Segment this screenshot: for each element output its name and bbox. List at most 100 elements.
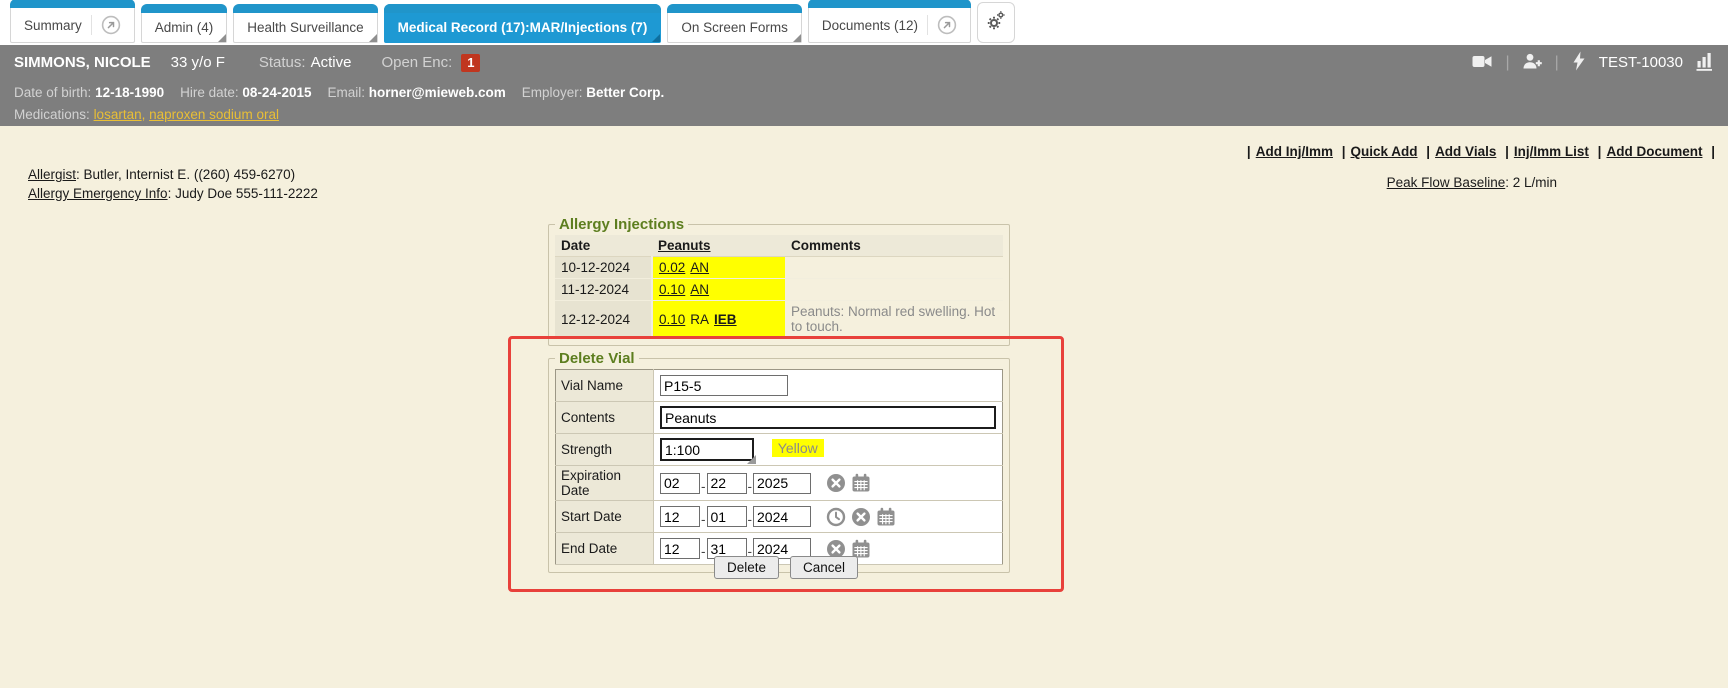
- form-row-strength: Strength Yellow: [556, 434, 1003, 466]
- date-separator: -: [748, 479, 753, 494]
- open-in-new-icon[interactable]: [927, 15, 957, 35]
- patient-name: SIMMONS, NICOLE: [14, 54, 151, 71]
- col-header-comments: Comments: [785, 235, 1003, 257]
- allergy-emergency-line: Allergy Emergency Info: Judy Doe 555-111…: [28, 184, 318, 203]
- medication-link[interactable]: losartan: [94, 107, 142, 122]
- code-link[interactable]: AN: [690, 282, 709, 297]
- injection-comment: [785, 279, 1003, 301]
- dob-value: 12-18-1990: [95, 85, 164, 100]
- header-divider: |: [1505, 54, 1509, 72]
- allergist-line: Allergist: Butler, Internist E. ((260) 4…: [28, 165, 318, 184]
- peanuts-column-link[interactable]: Peanuts: [658, 238, 711, 253]
- resize-grip[interactable]: [660, 438, 754, 461]
- clock-time-icon[interactable]: [826, 507, 846, 527]
- col-header-date: Date: [555, 235, 652, 257]
- medications-label: Medications:: [14, 107, 90, 122]
- settings-gears-button[interactable]: [977, 2, 1015, 43]
- date-separator: -: [748, 512, 753, 527]
- expiration-day-input[interactable]: [707, 473, 747, 494]
- tab-label: Summary: [24, 18, 82, 33]
- table-row: 12-12-2024 0.10RAIEB Peanuts: Normal red…: [555, 301, 1003, 338]
- open-encounter-badge[interactable]: 1: [461, 54, 480, 72]
- patient-detail-row: Date of birth: 12-18-1990 Hire date: 08-…: [14, 80, 1714, 102]
- injection-comment: Peanuts: Normal red swelling. Hot to tou…: [785, 301, 1003, 338]
- email-label: Email:: [327, 85, 365, 100]
- expiration-year-input[interactable]: [753, 473, 811, 494]
- start-day-input[interactable]: [707, 506, 747, 527]
- injection-comment: [785, 257, 1003, 279]
- expiration-month-input[interactable]: [660, 473, 700, 494]
- dose-link[interactable]: 0.10: [659, 312, 685, 327]
- clear-date-icon[interactable]: [851, 507, 871, 527]
- tab-on-screen-forms[interactable]: On Screen Forms: [667, 4, 802, 43]
- form-buttons: Delete Cancel: [508, 556, 1064, 579]
- dose-link[interactable]: 0.02: [659, 260, 685, 275]
- tab-health-surveillance[interactable]: Health Surveillance: [233, 4, 377, 43]
- tab-documents[interactable]: Documents (12): [808, 0, 971, 43]
- delete-button[interactable]: Delete: [714, 556, 779, 579]
- medications-row: Medications: losartan, naproxen sodium o…: [14, 102, 1714, 124]
- injection-dose-cell: 0.10 AN: [652, 279, 785, 301]
- injection-date: 10-12-2024: [555, 257, 652, 279]
- links-divider: |: [1711, 144, 1715, 159]
- tab-admin[interactable]: Admin (4): [141, 4, 228, 43]
- patient-id: TEST-10030: [1599, 54, 1683, 71]
- contents-input[interactable]: [660, 406, 996, 429]
- calendar-icon[interactable]: [851, 473, 871, 493]
- quick-add-link[interactable]: Quick Add: [1351, 144, 1418, 159]
- field-label: Strength: [556, 434, 654, 466]
- start-year-input[interactable]: [753, 506, 811, 527]
- strength-color-note: Yellow: [772, 439, 824, 457]
- add-inj-imm-link[interactable]: Add Inj/Imm: [1256, 144, 1333, 159]
- employer-label: Employer:: [522, 85, 583, 100]
- add-vials-link[interactable]: Add Vials: [1435, 144, 1496, 159]
- field-label: Expiration Date: [556, 466, 654, 501]
- form-row-start-date: Start Date --: [556, 501, 1003, 533]
- form-row-expiration-date: Expiration Date --: [556, 466, 1003, 501]
- medication-link[interactable]: naproxen sodium oral: [149, 107, 279, 122]
- medication-separator: ,: [142, 107, 146, 122]
- gears-icon: [985, 10, 1006, 36]
- open-enc-label: Open Enc:: [381, 54, 452, 71]
- calendar-icon[interactable]: [876, 507, 896, 527]
- chart-flowsheet-icon[interactable]: [1695, 50, 1714, 75]
- reaction-text: RA: [690, 312, 709, 327]
- table-header-row: Date Peanuts Comments: [555, 235, 1003, 257]
- injection-dose-cell: 0.10 RA IEB: [652, 301, 785, 338]
- allergist-value: : Butler, Internist E. ((260) 459-6270): [76, 167, 295, 182]
- lightning-bolt-icon[interactable]: [1571, 51, 1587, 75]
- video-camera-icon[interactable]: [1471, 51, 1493, 75]
- start-month-input[interactable]: [660, 506, 700, 527]
- open-in-new-icon[interactable]: [91, 15, 121, 35]
- code-link[interactable]: IEB: [714, 312, 737, 327]
- delete-vial-form: Vial Name Contents Strength Yellow Expir…: [555, 369, 1003, 565]
- strength-input[interactable]: [660, 438, 754, 461]
- tab-label: Admin (4): [155, 20, 214, 35]
- inj-imm-list-link[interactable]: Inj/Imm List: [1514, 144, 1589, 159]
- code-link[interactable]: AN: [690, 260, 709, 275]
- cancel-button[interactable]: Cancel: [790, 556, 858, 579]
- section-title: Delete Vial: [555, 350, 639, 367]
- clear-date-icon[interactable]: [826, 473, 846, 493]
- allergy-emergency-link[interactable]: Allergy Emergency Info: [28, 186, 168, 201]
- tab-label: Documents (12): [822, 18, 918, 33]
- peak-flow-link[interactable]: Peak Flow Baseline: [1387, 175, 1506, 190]
- dose-link[interactable]: 0.10: [659, 282, 685, 297]
- allergy-injections-table: Date Peanuts Comments 10-12-2024 0.02AN …: [555, 235, 1003, 338]
- allergist-link[interactable]: Allergist: [28, 167, 76, 182]
- allergy-emergency-value: : Judy Doe 555-111-2222: [168, 186, 318, 201]
- peak-flow-baseline: Peak Flow Baseline: 2 L/min: [1387, 175, 1557, 190]
- tab-summary[interactable]: Summary: [10, 0, 135, 43]
- patient-age-sex: 33 y/o F: [171, 54, 225, 71]
- tab-medical-record[interactable]: Medical Record (17):MAR/Injections (7): [384, 4, 662, 43]
- links-divider: |: [1598, 144, 1602, 159]
- col-header-peanuts: Peanuts: [652, 235, 785, 257]
- form-row-contents: Contents: [556, 402, 1003, 434]
- patient-summary-row: SIMMONS, NICOLE 33 y/o F Status: Active …: [14, 45, 1714, 80]
- table-row: 11-12-2024 0.10AN: [555, 279, 1003, 301]
- vial-name-input[interactable]: [660, 375, 788, 396]
- add-document-link[interactable]: Add Document: [1606, 144, 1702, 159]
- add-person-icon[interactable]: [1522, 51, 1543, 75]
- tab-label: Medical Record (17):MAR/Injections (7): [398, 20, 648, 35]
- action-links: |Add Inj/Imm |Quick Add |Add Vials |Inj/…: [1242, 144, 1720, 159]
